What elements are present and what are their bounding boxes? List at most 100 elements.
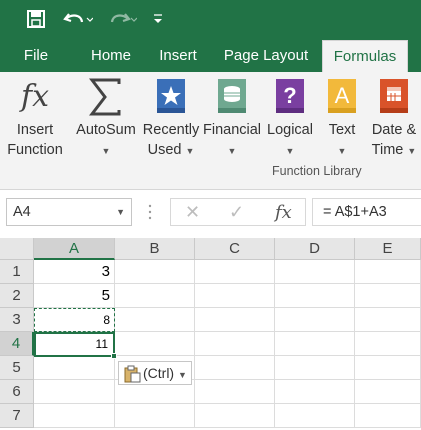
cell-b2[interactable] [115, 284, 195, 308]
undo-icon[interactable] [60, 6, 96, 32]
logical-button[interactable]: ? Logical ▼ [264, 78, 316, 161]
svg-text:?: ? [283, 83, 296, 108]
cell-a2[interactable]: 5 [34, 284, 115, 308]
paste-options-label: (Ctrl) [143, 365, 175, 381]
financial-dropdown-icon: ▼ [227, 146, 237, 156]
calendar-book-icon [366, 78, 421, 116]
cell-c1[interactable] [195, 260, 275, 284]
column-header-a[interactable]: A [34, 238, 115, 260]
worksheet-grid: A B C D E 1 2 3 4 5 6 7 3 5 8 11 (Ctrl) … [0, 238, 421, 430]
row-header-5[interactable]: 5 [0, 356, 34, 380]
cell-a1[interactable]: 3 [34, 260, 115, 284]
row-header-4[interactable]: 4 [0, 332, 34, 356]
tab-home[interactable]: Home [84, 40, 138, 72]
sigma-icon [72, 78, 140, 116]
cell-c6[interactable] [195, 380, 275, 404]
cell-c7[interactable] [195, 404, 275, 428]
column-header-c[interactable]: C [195, 238, 275, 260]
cell-d1[interactable] [275, 260, 355, 284]
question-book-icon: ? [264, 78, 316, 116]
formula-bar-grip-icon[interactable] [148, 202, 152, 222]
column-header-b[interactable]: B [115, 238, 195, 260]
row-header-2[interactable]: 2 [0, 284, 34, 308]
cell-d5[interactable] [275, 356, 355, 380]
insert-function-label-2: Function [7, 142, 63, 158]
quick-access-toolbar [0, 0, 421, 40]
cell-d3[interactable] [275, 308, 355, 332]
text-label: Text [328, 122, 356, 138]
autosum-label: AutoSum [76, 122, 136, 138]
cell-e5[interactable] [355, 356, 421, 380]
recently-used-label-1: Recently [142, 122, 200, 138]
logical-label: Logical [267, 122, 313, 138]
cancel-icon[interactable]: ✕ [185, 202, 200, 223]
redo-icon[interactable] [104, 6, 140, 32]
clipboard-icon [123, 365, 141, 389]
cell-e7[interactable] [355, 404, 421, 428]
name-box-dropdown-icon[interactable]: ▼ [116, 199, 125, 225]
text-button[interactable]: A Text ▼ [320, 78, 364, 161]
insert-function-label-1: Insert [16, 122, 54, 138]
svg-text:A: A [335, 83, 350, 108]
text-book-icon: A [320, 78, 364, 116]
cell-e1[interactable] [355, 260, 421, 284]
cell-e4[interactable] [355, 332, 421, 356]
row-header-7[interactable]: 7 [0, 404, 34, 428]
cell-d4[interactable] [275, 332, 355, 356]
recently-used-button[interactable]: Recently Used ▼ [140, 78, 202, 161]
tab-page-layout[interactable]: Page Layout [220, 40, 312, 72]
date-time-label-1: Date & [371, 122, 417, 138]
text-dropdown-icon: ▼ [337, 146, 347, 156]
formula-input[interactable]: = A$1+A3 [312, 198, 421, 226]
cell-d2[interactable] [275, 284, 355, 308]
cell-a7[interactable] [34, 404, 115, 428]
tab-file[interactable]: File [16, 40, 56, 72]
insert-function-button[interactable]: fx Insert Function [4, 78, 66, 160]
save-icon[interactable] [24, 6, 48, 32]
enter-icon[interactable]: ✓ [229, 202, 244, 223]
paste-options-button[interactable]: (Ctrl) ▼ [118, 361, 192, 385]
logical-dropdown-icon: ▼ [285, 146, 295, 156]
autosum-dropdown-icon: ▼ [101, 146, 111, 156]
cell-b3[interactable] [115, 308, 195, 332]
customize-qat-icon[interactable] [150, 6, 166, 32]
cell-e6[interactable] [355, 380, 421, 404]
fill-handle[interactable] [111, 353, 117, 359]
recently-used-dropdown-icon: ▼ [185, 146, 195, 156]
cell-c2[interactable] [195, 284, 275, 308]
cell-c5[interactable] [195, 356, 275, 380]
coins-book-icon [202, 78, 262, 116]
column-header-e[interactable]: E [355, 238, 421, 260]
cell-d6[interactable] [275, 380, 355, 404]
formula-bar-area: A4 ▼ ✕ ✓ fx = A$1+A3 [0, 190, 421, 238]
cell-a3[interactable]: 8 [34, 308, 115, 332]
autosum-button[interactable]: AutoSum ▼ [72, 78, 140, 161]
date-time-button[interactable]: Date & Time ▼ [366, 78, 421, 161]
insert-function-fx-icon[interactable]: fx [275, 202, 292, 223]
row-header-6[interactable]: 6 [0, 380, 34, 404]
select-all-corner[interactable] [0, 238, 34, 260]
ribbon: fx Insert Function AutoSum ▼ Recently Us… [0, 72, 421, 190]
fx-icon: fx [20, 79, 50, 114]
row-header-1[interactable]: 1 [0, 260, 34, 284]
cell-e2[interactable] [355, 284, 421, 308]
cell-c4[interactable] [195, 332, 275, 356]
cell-e3[interactable] [355, 308, 421, 332]
cell-b7[interactable] [115, 404, 195, 428]
tab-formulas[interactable]: Formulas [322, 40, 408, 72]
cell-a4[interactable]: 11 [34, 332, 115, 356]
row-header-3[interactable]: 3 [0, 308, 34, 332]
financial-label: Financial [202, 122, 262, 138]
name-box[interactable]: A4 ▼ [6, 198, 132, 226]
financial-button[interactable]: Financial ▼ [202, 78, 262, 161]
column-header-d[interactable]: D [275, 238, 355, 260]
cell-c3[interactable] [195, 308, 275, 332]
cell-a6[interactable] [34, 380, 115, 404]
formula-buttons: ✕ ✓ fx [170, 198, 306, 226]
cell-b1[interactable] [115, 260, 195, 284]
recently-used-label-2: Used [147, 142, 182, 158]
tab-insert[interactable]: Insert [152, 40, 204, 72]
cell-d7[interactable] [275, 404, 355, 428]
cell-a5[interactable] [34, 356, 115, 380]
cell-b4[interactable] [115, 332, 195, 356]
